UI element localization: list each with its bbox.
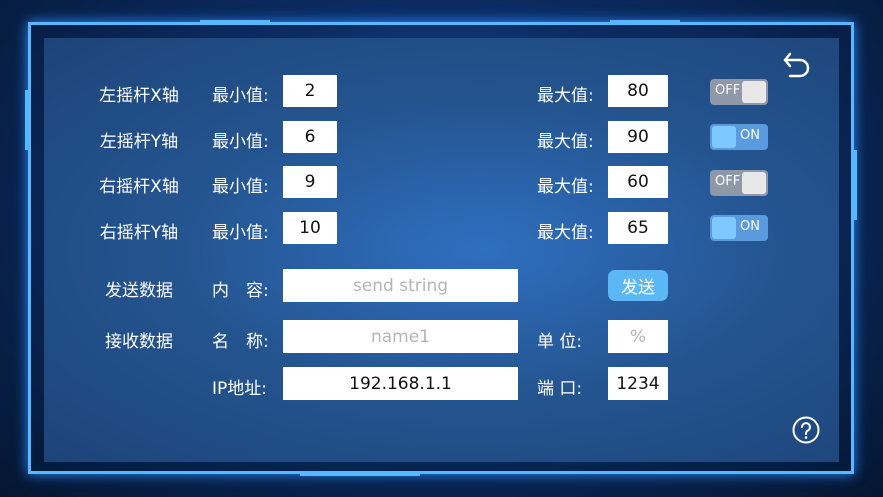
min-input-right-stick-x[interactable]: 9 (283, 166, 337, 198)
toggle-state-label: OFF (715, 83, 741, 98)
ip-address-input[interactable]: 192.168.1.1 (283, 367, 518, 400)
min-label: 最小值: (212, 132, 269, 152)
undo-arrow-icon[interactable] (782, 50, 812, 78)
row-label-right-stick-y: 右摇杆Y轴 (99, 223, 179, 243)
frame-accent-top-left (200, 20, 270, 25)
toggle-state-label: ON (740, 219, 760, 234)
max-label: 最大值: (537, 177, 594, 197)
row-label-left-stick-x: 左摇杆X轴 (99, 86, 179, 106)
toggle-right-stick-y[interactable]: ON (710, 215, 768, 241)
frame-accent-bottom (300, 472, 420, 476)
min-input-left-stick-y[interactable]: 6 (283, 121, 337, 153)
port-label: 端 口: (537, 379, 583, 399)
toggle-state-label: ON (740, 128, 760, 143)
min-input-left-stick-x[interactable]: 2 (283, 75, 337, 107)
ip-label: IP地址: (212, 379, 267, 399)
max-input-right-stick-y[interactable]: 65 (608, 212, 668, 244)
unit-label: 单 位: (537, 332, 583, 352)
send-button[interactable]: 发送 (608, 270, 668, 301)
question-circle-icon[interactable] (792, 416, 820, 444)
max-label: 最大值: (537, 86, 594, 106)
row-label-right-stick-x: 右摇杆X轴 (99, 177, 179, 197)
max-input-left-stick-y[interactable]: 90 (608, 121, 668, 153)
frame-accent-right (852, 150, 857, 220)
toggle-left-stick-y[interactable]: ON (710, 124, 768, 150)
frame-accent-top-right (610, 20, 680, 25)
max-input-left-stick-x[interactable]: 80 (608, 75, 668, 107)
send-string-input[interactable]: send string (283, 269, 518, 302)
toggle-right-stick-x[interactable]: OFF (710, 170, 768, 196)
toggle-knob (712, 217, 736, 239)
min-label: 最小值: (212, 223, 269, 243)
unit-input[interactable]: % (608, 320, 668, 353)
send-data-label: 发送数据 (105, 281, 173, 301)
toggle-left-stick-x[interactable]: OFF (710, 79, 768, 105)
row-label-left-stick-y: 左摇杆Y轴 (99, 132, 179, 152)
max-input-right-stick-x[interactable]: 60 (608, 166, 668, 198)
min-input-right-stick-y[interactable]: 10 (283, 212, 337, 244)
toggle-knob (742, 172, 766, 194)
min-label: 最小值: (212, 177, 269, 197)
max-label: 最大值: (537, 132, 594, 152)
toggle-state-label: OFF (715, 174, 741, 189)
receive-data-label: 接收数据 (105, 332, 173, 352)
port-input[interactable]: 1234 (608, 367, 668, 400)
frame-accent-left (25, 90, 30, 150)
max-label: 最大值: (537, 223, 594, 243)
name-input[interactable]: name1 (283, 320, 518, 353)
toggle-knob (742, 81, 766, 103)
toggle-knob (712, 126, 736, 148)
name-label: 名 称: (212, 332, 269, 352)
min-label: 最小值: (212, 86, 269, 106)
content-label: 内 容: (212, 281, 269, 301)
